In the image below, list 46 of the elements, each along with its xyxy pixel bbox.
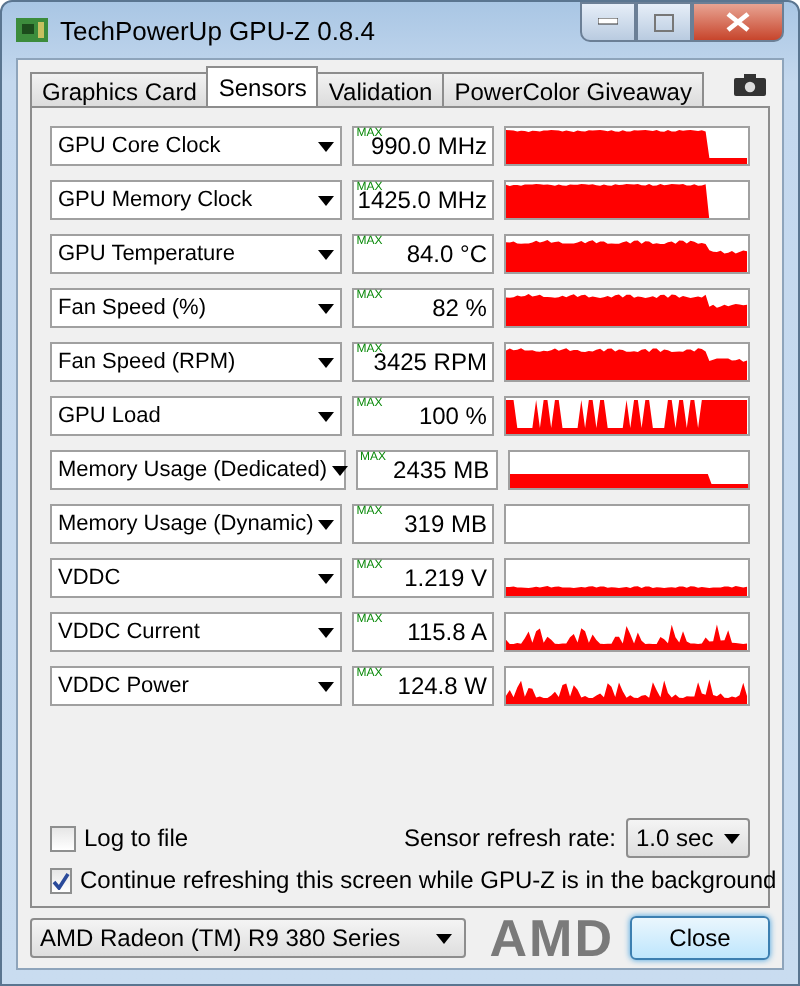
tab[interactable]: Sensors: [206, 66, 319, 106]
dropdown-arrow-icon: [318, 303, 335, 313]
window-title: TechPowerUp GPU-Z 0.8.4: [60, 15, 376, 45]
dropdown-arrow-icon: [318, 519, 335, 529]
dropdown-arrow-icon: [318, 573, 335, 583]
close-icon: [726, 12, 750, 32]
tab[interactable]: PowerColor Giveaway: [442, 72, 704, 106]
sensor-select[interactable]: Memory Usage (Dynamic): [50, 504, 343, 544]
gpu-select[interactable]: AMD Radeon (TM) R9 380 Series: [30, 918, 466, 958]
maximize-icon: [654, 13, 674, 31]
sensor-select[interactable]: GPU Core Clock: [50, 126, 343, 166]
dropdown-arrow-icon: [318, 627, 335, 637]
dropdown-arrow-icon: [318, 681, 335, 691]
dropdown-arrow-icon: [331, 465, 347, 475]
close-button[interactable]: Close: [630, 916, 770, 960]
sensor-select[interactable]: VDDC Power: [50, 666, 343, 706]
checkbox-label: Log to file: [84, 824, 189, 852]
sensor-select[interactable]: VDDC Current: [50, 612, 343, 652]
checkbox[interactable]: [50, 825, 76, 851]
sensor-select[interactable]: GPU Load: [50, 396, 343, 436]
camera-icon[interactable]: [734, 74, 766, 96]
sensor-select[interactable]: Fan Speed (%): [50, 288, 343, 328]
refresh-rate-select[interactable]: 1.0 sec: [626, 818, 750, 858]
checkbox[interactable]: [50, 867, 72, 893]
sensor-select[interactable]: Memory Usage (Dedicated): [50, 450, 346, 490]
dropdown-arrow-icon: [318, 141, 335, 151]
dropdown-arrow-icon: [318, 249, 335, 259]
dropdown-arrow-icon: [724, 833, 740, 843]
minimize-icon: [598, 18, 618, 26]
window-close-button[interactable]: [692, 2, 784, 42]
app-icon: [16, 16, 48, 44]
checkbox-label: Continue refreshing this screen while GPU-Z is in the background: [80, 866, 777, 894]
maximize-button[interactable]: [636, 2, 692, 42]
sensor-select[interactable]: VDDC: [50, 558, 343, 598]
dropdown-arrow-icon: [436, 933, 452, 943]
tab[interactable]: Graphics Card: [30, 72, 209, 106]
sensor-select[interactable]: Fan Speed (RPM): [50, 342, 343, 382]
minimize-button[interactable]: [580, 2, 636, 42]
dropdown-arrow-icon: [318, 357, 335, 367]
sensor-select[interactable]: GPU Memory Clock: [50, 180, 343, 220]
logo: AMD: [489, 907, 614, 969]
tab[interactable]: Validation: [316, 72, 445, 106]
sensor-select[interactable]: GPU Temperature: [50, 234, 343, 274]
dropdown-arrow-icon: [318, 411, 335, 421]
dropdown-arrow-icon: [318, 195, 335, 205]
refresh-rate-label: Sensor refresh rate:: [403, 824, 616, 852]
